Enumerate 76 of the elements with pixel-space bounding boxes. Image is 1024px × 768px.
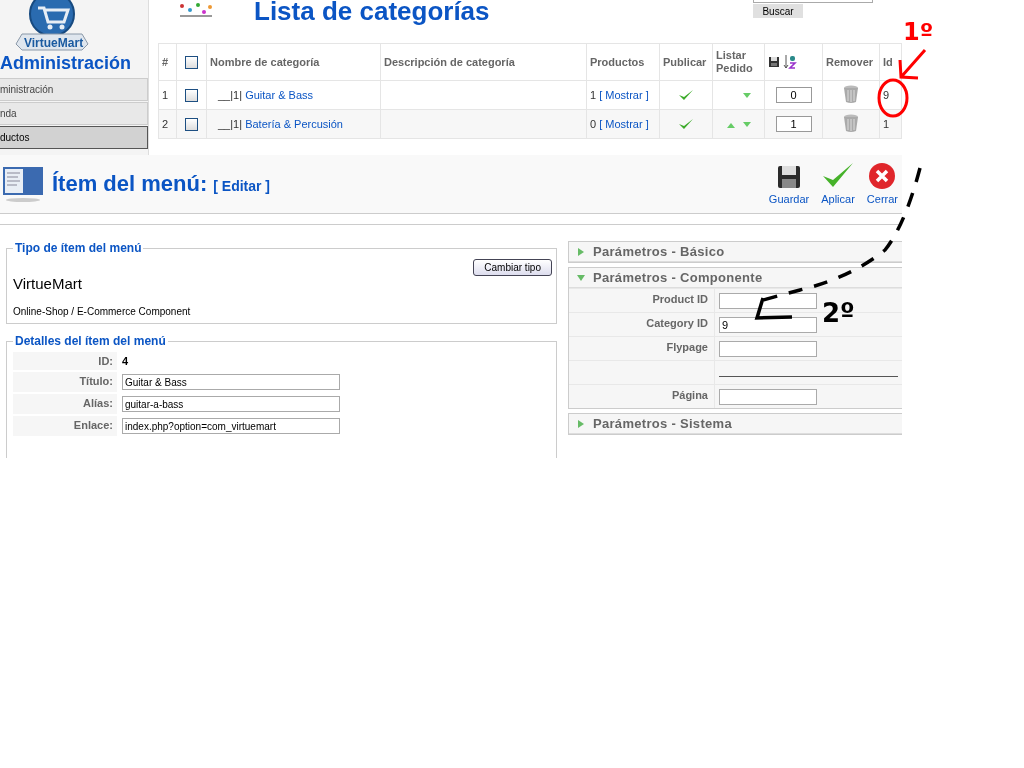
floppy-icon[interactable]	[768, 55, 780, 68]
page-title: Ítem del menú:	[52, 171, 208, 197]
text-field[interactable]	[719, 388, 817, 405]
save-button[interactable]: Guardar	[766, 159, 812, 205]
field-label: ID:	[98, 355, 113, 367]
row-checkbox[interactable]	[185, 117, 198, 131]
check-icon[interactable]	[678, 87, 694, 101]
text-field[interactable]	[719, 292, 817, 309]
row-number: 2	[162, 118, 169, 130]
category-id: 9	[883, 89, 890, 101]
text-field[interactable]: Guitar & Bass	[122, 374, 340, 390]
move-down-icon[interactable]	[742, 122, 751, 128]
field-label: Category ID	[646, 317, 708, 329]
panel-header[interactable]: Parámetros - Componente	[569, 268, 902, 288]
annotation-arrow	[898, 48, 927, 80]
floppy-icon	[776, 164, 802, 190]
column-header: Descripción de categoría	[384, 55, 515, 68]
page-subtitle: [ Editar ]	[213, 178, 271, 194]
field-label: Alías:	[83, 397, 113, 409]
logo-text: VirtueMart	[24, 36, 84, 50]
annotation-label: 1º	[903, 18, 934, 46]
text-field[interactable]	[719, 340, 817, 357]
product-count: 1	[590, 89, 597, 101]
show-link[interactable]: [ Mostrar ]	[599, 118, 649, 130]
tree-prefix: __|1|	[217, 118, 243, 130]
column-header: Nombre de categoría	[210, 55, 320, 68]
trash-icon[interactable]	[842, 113, 860, 133]
field-label: Enlace:	[73, 419, 113, 431]
product-count: 0	[590, 118, 597, 130]
id-value: 4	[122, 355, 129, 367]
annotation-circle	[877, 78, 909, 118]
column-header: Productos	[590, 55, 645, 68]
sidebar-item[interactable]: ductos	[0, 126, 148, 149]
text-field[interactable]: guitar-a-bass	[122, 396, 340, 412]
category-link[interactable]: Batería & Percusión	[245, 118, 343, 130]
component-description: Online-Shop / E-Commerce Component	[13, 306, 192, 317]
field-label: Flypage	[666, 341, 708, 353]
category-link[interactable]: Guitar & Bass	[245, 89, 313, 101]
move-down-icon[interactable]	[742, 93, 751, 99]
field-label: Product ID	[652, 293, 708, 305]
section-legend: Detalles del ítem del menú	[13, 334, 168, 348]
move-up-icon[interactable]	[726, 122, 735, 128]
change-type-button[interactable]: Cambiar tipo	[473, 259, 552, 276]
category-id: 1	[883, 118, 890, 130]
show-link[interactable]: [ Mostrar ]	[599, 89, 649, 101]
tree-prefix: __|1|	[217, 89, 243, 101]
panel-header[interactable]: Parámetros - Sistema	[569, 414, 902, 434]
field-label: Título:	[79, 375, 113, 387]
apply-button[interactable]: Aplicar	[819, 159, 857, 205]
select-all-checkbox[interactable]	[185, 55, 198, 69]
search-field[interactable]	[753, 0, 873, 3]
trash-icon[interactable]	[842, 84, 860, 104]
component-name: VirtueMart	[13, 275, 82, 292]
order-field[interactable]: 1	[775, 116, 812, 132]
column-header: Remover	[826, 55, 874, 68]
row-number: 1	[162, 89, 169, 101]
field-label: Página	[671, 389, 708, 401]
column-header: #	[162, 55, 169, 68]
sidebar-item[interactable]: nda	[0, 102, 148, 125]
search-button[interactable]: Buscar	[753, 4, 803, 18]
sort-icon[interactable]	[783, 53, 797, 70]
panel-header[interactable]: Parámetros - Básico	[569, 242, 902, 262]
row-checkbox[interactable]	[185, 88, 198, 102]
column-header: Listar Pedido	[716, 49, 753, 74]
annotation-label: 2º	[822, 298, 855, 328]
close-button[interactable]: Cerrar	[864, 159, 900, 205]
section-legend: Tipo de ítem del menú	[13, 241, 144, 255]
column-header: Publicar	[663, 55, 707, 68]
check-icon[interactable]	[678, 116, 694, 130]
sidebar-heading: Administración	[0, 53, 133, 74]
close-icon	[868, 162, 897, 190]
text-field[interactable]: index.php?option=com_virtuemart	[122, 418, 340, 434]
order-field[interactable]: 0	[775, 87, 812, 103]
column-header: Id	[883, 55, 893, 68]
sidebar-item[interactable]: ministración	[0, 78, 148, 101]
text-field[interactable]: 9	[719, 316, 817, 333]
